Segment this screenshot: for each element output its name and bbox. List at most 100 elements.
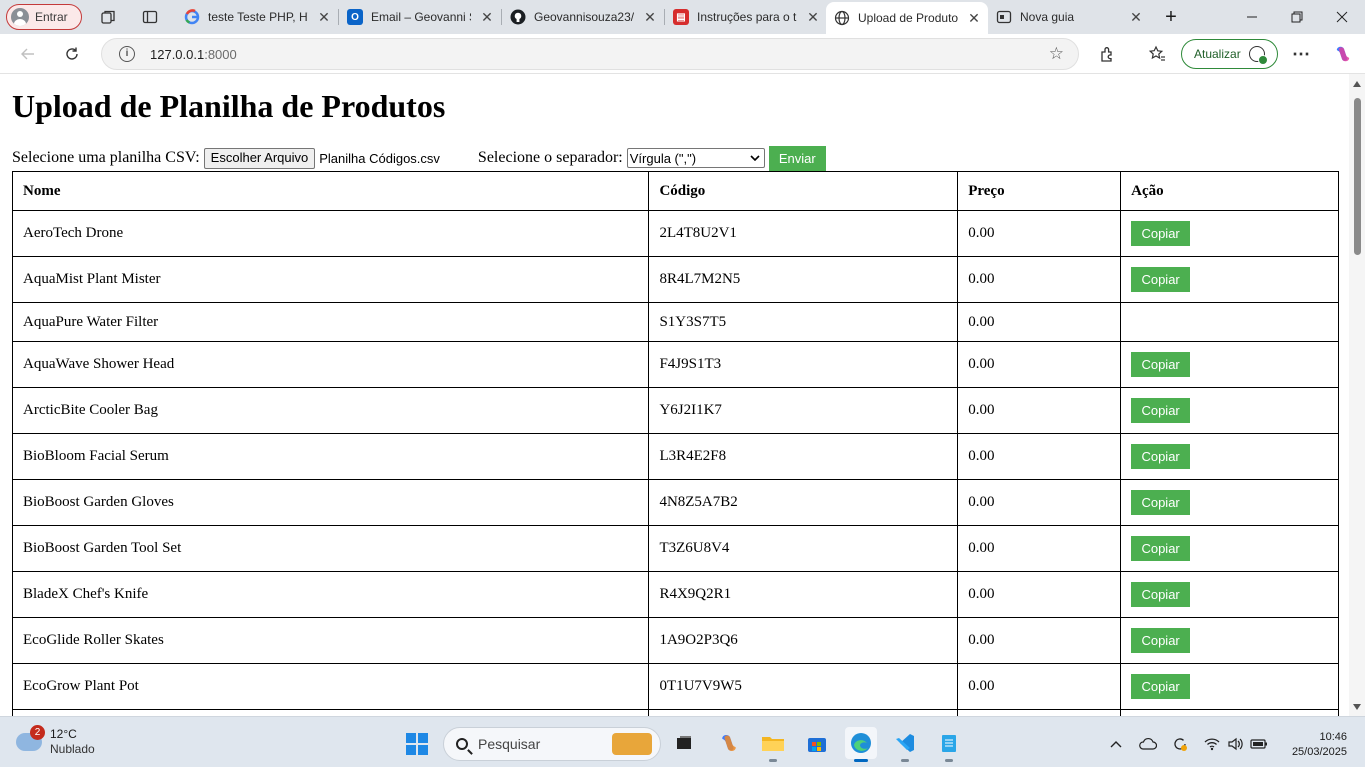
close-window-icon[interactable]	[1319, 0, 1365, 34]
close-tab-icon[interactable]: ✕	[966, 10, 982, 27]
cell-acao: Copiar	[1120, 525, 1339, 572]
new-tab-icon	[996, 9, 1012, 25]
copilot-icon[interactable]	[1332, 43, 1354, 65]
weather-widget[interactable]: 2 12°C Nublado	[16, 725, 95, 757]
cell-acao: Copiar	[1120, 387, 1339, 434]
clock-time: 10:46	[1319, 731, 1347, 743]
separator-value: Vírgula (",")	[629, 150, 697, 166]
taskbar-search[interactable]: Pesquisar	[443, 727, 661, 761]
table-row: AquaWave Shower Head F4J9S1T3 0.00 Copiar	[11, 341, 1339, 388]
separator-select[interactable]: Vírgula (",")	[626, 148, 765, 168]
cell-nome: ArcticBite Cooler Bag	[11, 387, 650, 434]
upload-form: Selecione uma planilha CSV: Escolher Arq…	[12, 145, 826, 171]
volume-icon[interactable]	[1226, 735, 1244, 753]
back-arrow-icon[interactable]	[17, 43, 39, 65]
selected-file-name: Planilha Códigos.csv	[319, 150, 440, 166]
cell-acao: Copiar	[1120, 256, 1339, 303]
products-table: Nome Código Preço Ação AeroTech Drone 2L4…	[11, 171, 1339, 716]
copy-button[interactable]: Copiar	[1131, 674, 1191, 699]
table-row: ArcticBite Cooler Bag Y6J2I1K7 0.00 Copiar	[11, 387, 1339, 434]
tab-title: Geovannisouza23/	[534, 10, 634, 24]
cell-codigo: S1Y3S7T5	[648, 302, 959, 342]
taskbar: 2 12°C Nublado Pesquisar 10:46 25/03/202…	[0, 716, 1365, 767]
minimize-icon[interactable]	[1229, 0, 1275, 34]
submit-button[interactable]: Enviar	[768, 145, 826, 171]
copy-button[interactable]: Copiar	[1131, 582, 1191, 607]
choose-file-button[interactable]: Escolher Arquivo	[203, 147, 316, 169]
restore-icon[interactable]	[1274, 0, 1320, 34]
chevron-up-icon[interactable]	[1107, 735, 1125, 753]
edge-browser-icon[interactable]	[845, 727, 877, 762]
table-row: AquaPure Water Filter S1Y3S7T5 0.00	[11, 302, 1339, 342]
tab-upload-produtos[interactable]: Upload de Produto ✕	[826, 2, 988, 34]
start-windows-icon[interactable]	[406, 733, 428, 755]
update-available-icon[interactable]	[1171, 735, 1189, 753]
close-tab-icon[interactable]: ✕	[642, 9, 658, 26]
copy-button[interactable]: Copiar	[1131, 398, 1191, 423]
copy-button[interactable]: Copiar	[1131, 352, 1191, 377]
close-tab-icon[interactable]: ✕	[316, 9, 332, 26]
wifi-icon[interactable]	[1203, 735, 1221, 753]
close-tab-icon[interactable]: ✕	[1128, 9, 1144, 26]
vscode-icon[interactable]	[889, 727, 921, 762]
page-title: Upload de Planilha de Produtos	[12, 88, 446, 124]
cell-nome: AquaMist Plant Mister	[11, 256, 650, 303]
cell-acao: Copiar	[1120, 479, 1339, 526]
favorite-star-icon[interactable]: ☆	[1049, 44, 1064, 64]
tab-email[interactable]: O Email – Geovanni S ✕	[339, 2, 501, 32]
copy-button[interactable]: Copiar	[1131, 444, 1191, 469]
reload-icon[interactable]	[61, 43, 83, 65]
url-text: 127.0.0.1:8000	[150, 47, 237, 62]
copy-button[interactable]: Copiar	[1131, 221, 1191, 246]
tab-nova-guia[interactable]: Nova guia ✕	[988, 2, 1150, 32]
update-button[interactable]: Atualizar	[1181, 39, 1278, 69]
more-options-icon[interactable]: ⋯	[1290, 43, 1312, 65]
cell-acao: Copiar	[1120, 341, 1339, 388]
cell-nome: EcoGrow Plant Pot	[11, 663, 650, 710]
battery-icon[interactable]	[1250, 735, 1268, 753]
site-info-icon[interactable]: i	[119, 46, 135, 62]
system-clock[interactable]: 10:46 25/03/2025	[1292, 730, 1347, 760]
close-tab-icon[interactable]: ✕	[805, 9, 821, 26]
avatar-icon	[11, 8, 29, 26]
close-tab-icon[interactable]: ✕	[479, 9, 495, 26]
notepad-icon[interactable]	[933, 727, 965, 762]
tab-github[interactable]: Geovannisouza23/ ✕	[502, 2, 664, 32]
globe-icon	[834, 10, 850, 26]
favorites-icon[interactable]	[1146, 43, 1168, 65]
copy-button[interactable]: Copiar	[1131, 628, 1191, 653]
copy-button[interactable]: Copiar	[1131, 536, 1191, 561]
cell-nome: BioBloom Facial Serum	[11, 433, 650, 480]
task-view-icon[interactable]	[668, 727, 700, 759]
address-bar[interactable]: i 127.0.0.1:8000 ☆	[101, 38, 1079, 70]
copilot-app-icon[interactable]	[713, 727, 745, 759]
scroll-up-arrow-icon[interactable]	[1353, 81, 1361, 87]
cell-acao: Copiar	[1120, 663, 1339, 710]
page-scrollbar[interactable]	[1349, 74, 1365, 716]
table-row: AquaMist Plant Mister 8R4L7M2N5 0.00 Copiar	[11, 256, 1339, 303]
file-explorer-icon[interactable]	[757, 727, 789, 762]
scroll-thumb[interactable]	[1354, 98, 1361, 255]
tab-instrucoes[interactable]: ▤ Instruções para o t ✕	[665, 2, 827, 32]
cell-nome: EcoGlide Roller Skates	[11, 617, 650, 664]
cloud-icon: 2	[16, 725, 45, 751]
temperature: 12°C	[50, 727, 77, 741]
table-row: BioBoost Garden Tool Set T3Z6U8V4 0.00 Copi…	[11, 525, 1339, 572]
cell-acao: Copiar	[1120, 210, 1339, 257]
tab-title: teste Teste PHP, HT	[208, 10, 308, 24]
cell-codigo: F4J9S1T3	[648, 341, 959, 388]
copy-button[interactable]: Copiar	[1131, 267, 1191, 292]
extensions-icon[interactable]	[1097, 43, 1119, 65]
header-codigo: Código	[648, 171, 959, 211]
cell-codigo: 1A9O2P3Q6	[648, 617, 959, 664]
sync-cloud-icon[interactable]	[1139, 735, 1157, 753]
copy-button[interactable]: Copiar	[1131, 490, 1191, 515]
profile-button[interactable]: Entrar	[6, 4, 82, 30]
vertical-tabs-icon[interactable]	[140, 7, 160, 27]
tab-teste-php[interactable]: teste Teste PHP, HT ✕	[176, 2, 338, 32]
header-nome: Nome	[11, 171, 650, 211]
workspaces-icon[interactable]	[98, 7, 118, 27]
microsoft-store-icon[interactable]	[801, 727, 833, 759]
new-tab-plus-icon[interactable]: +	[1161, 6, 1181, 28]
scroll-down-arrow-icon[interactable]	[1353, 704, 1361, 710]
